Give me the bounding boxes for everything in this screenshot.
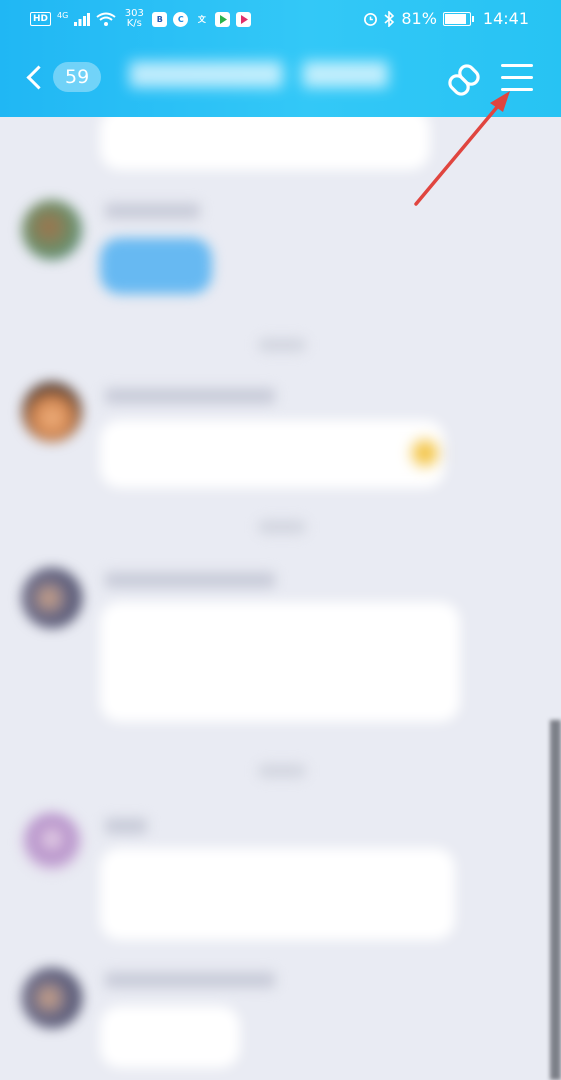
- alarm-icon: [364, 12, 378, 26]
- chat-area[interactable]: [0, 0, 561, 1080]
- time-divider: [258, 338, 306, 352]
- hd-indicator: HD: [30, 12, 52, 26]
- avatar[interactable]: [22, 200, 82, 260]
- avatar[interactable]: [22, 382, 82, 442]
- avatar[interactable]: [22, 968, 82, 1028]
- chat-title[interactable]: █████████ · █████: [130, 56, 395, 96]
- battery-percent: 81%: [401, 9, 437, 28]
- sender-name: [105, 203, 200, 219]
- link-icon[interactable]: [444, 60, 484, 100]
- scrollbar[interactable]: [550, 720, 561, 1080]
- signal-icon: [74, 13, 91, 26]
- unread-count-badge: 59: [53, 62, 102, 92]
- sender-name: [105, 972, 275, 988]
- translate-icon: 文: [197, 14, 206, 24]
- bluetooth-icon: [384, 10, 395, 27]
- sender-name: [105, 388, 275, 404]
- clock: 14:41: [482, 9, 529, 28]
- status-bar: HD 4G 303 K/s B C 文 81% 14:41: [0, 0, 561, 40]
- video-app-icon: [215, 11, 231, 27]
- network-speed: 303 K/s: [124, 8, 144, 29]
- emoji-icon: [412, 440, 438, 466]
- message-bubble[interactable]: [100, 420, 445, 488]
- network-type: 4G: [57, 11, 69, 20]
- sender-name: [105, 572, 275, 588]
- avatar[interactable]: [22, 568, 82, 628]
- back-button[interactable]: 59: [22, 62, 102, 92]
- nav-bar: 59 █████████ · █████: [0, 48, 561, 110]
- message-bubble[interactable]: [100, 602, 460, 722]
- time-divider: [258, 764, 306, 778]
- battery-icon: [442, 11, 474, 26]
- sender-name: [105, 818, 147, 834]
- app-notification-icon: C: [173, 11, 189, 27]
- message-bubble[interactable]: [100, 848, 455, 940]
- video-app-icon: [236, 11, 252, 27]
- time-divider: [258, 520, 306, 534]
- message-bubble[interactable]: [100, 108, 430, 170]
- message-bubble[interactable]: [100, 238, 212, 294]
- message-bubble[interactable]: [100, 1006, 240, 1068]
- wifi-icon: [96, 12, 116, 26]
- back-chevron-icon: [26, 64, 51, 90]
- avatar[interactable]: [22, 812, 82, 872]
- chat-header: HD 4G 303 K/s B C 文 81% 14:41 59 ███████…: [0, 0, 561, 117]
- app-notification-icon: B: [152, 11, 168, 27]
- menu-icon[interactable]: [501, 64, 533, 94]
